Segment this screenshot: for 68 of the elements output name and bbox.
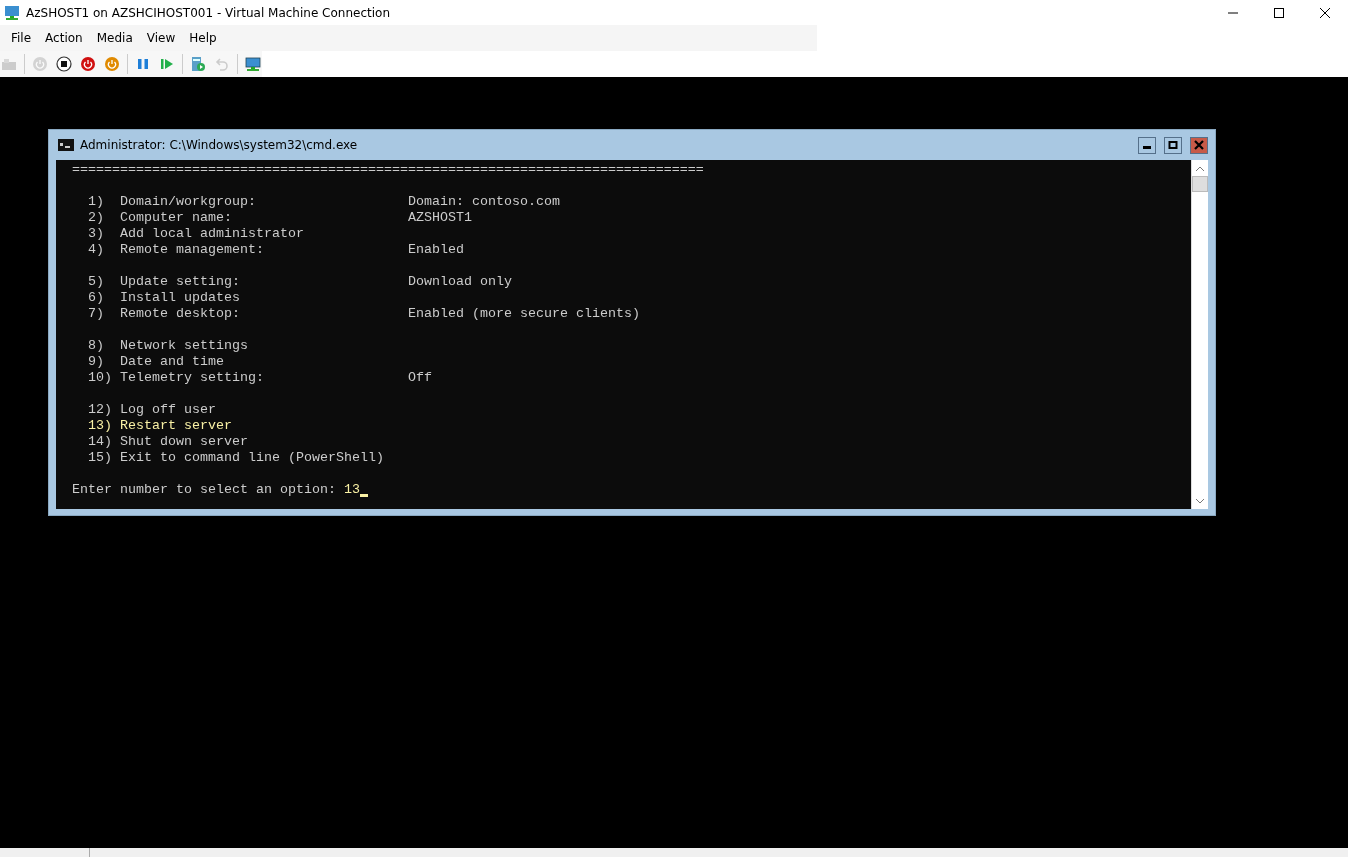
menu-item[interactable]: Action <box>38 31 90 45</box>
option-number: 10) <box>88 370 113 386</box>
option-label: Restart server <box>120 418 232 434</box>
option-number: 3) <box>88 226 105 242</box>
option-label: Domain/workgroup: <box>120 194 257 210</box>
menu-item[interactable]: View <box>139 31 183 45</box>
option-label: Remote management: <box>120 242 265 258</box>
option-value: AZSHOST1 <box>408 210 472 226</box>
monitor-icon <box>4 4 20 21</box>
option-label: Date and time <box>120 354 224 370</box>
power-icon <box>32 56 48 72</box>
maximize-icon <box>1168 140 1178 150</box>
separator-line: =============================================================================== <box>72 162 704 178</box>
input-field[interactable]: 13 <box>343 482 360 498</box>
option-number: 12) <box>88 402 113 418</box>
option-label: Remote desktop: <box>120 306 241 322</box>
scrollbar[interactable] <box>1191 160 1208 509</box>
option-label: Network settings <box>120 338 248 354</box>
power-icon <box>104 56 120 72</box>
option-value: Enabled (more secure clients) <box>408 306 640 322</box>
chevron-up-icon <box>1196 165 1204 171</box>
option-number: 9) <box>88 354 105 370</box>
option-number: 4) <box>88 242 105 258</box>
text-cursor <box>359 494 368 497</box>
chevron-down-icon <box>1196 498 1204 504</box>
close-icon <box>1194 140 1204 150</box>
option-number: 13) <box>88 418 113 434</box>
option-label: Install updates <box>120 290 240 306</box>
option-label: Telemetry setting: <box>120 370 265 386</box>
option-label: Computer name: <box>120 210 233 226</box>
minimize-button[interactable] <box>1138 136 1156 154</box>
option-label: Add local administrator <box>120 226 304 242</box>
option-number: 2) <box>88 210 105 226</box>
prompt-text: Enter number to select an option: <box>72 482 336 498</box>
option-number: 6) <box>88 290 105 306</box>
option-label: Log off user <box>120 402 216 418</box>
maximize-icon <box>1273 6 1285 19</box>
option-label: Update setting: <box>120 274 241 290</box>
close-button[interactable] <box>1190 136 1208 154</box>
option-label: Exit to command line (PowerShell) <box>120 450 384 466</box>
option-number: 15) <box>88 450 113 466</box>
pause-icon <box>135 56 151 72</box>
maximize-button[interactable] <box>1164 136 1182 154</box>
console-icon <box>58 139 74 151</box>
play-icon <box>159 56 175 72</box>
close-icon <box>1319 6 1331 19</box>
undo-icon <box>214 56 230 72</box>
option-label: Shut down server <box>120 434 248 450</box>
option-number: 8) <box>88 338 105 354</box>
option-number: 7) <box>88 306 105 322</box>
menu-item[interactable]: File <box>4 31 39 45</box>
menu-item[interactable]: Media <box>89 31 140 45</box>
option-number: 14) <box>88 434 113 450</box>
stop-icon <box>56 56 72 72</box>
option-number: 5) <box>88 274 105 290</box>
option-number: 1) <box>88 194 105 210</box>
option-value: Off <box>408 370 432 386</box>
document-play-icon <box>190 56 206 72</box>
option-value: Domain: contoso.com <box>408 194 560 210</box>
window-title: AzSHOST1 on AZSHCIHOST001 - Virtual Machine Connection <box>26 5 391 20</box>
monitor-icon <box>245 56 261 72</box>
scroll-thumb[interactable] <box>1192 176 1208 192</box>
toolbar-button[interactable] <box>55 55 73 73</box>
console-title: Administrator: C:\Windows\system32\cmd.exe <box>80 138 359 152</box>
power-icon <box>80 56 96 72</box>
option-value: Enabled <box>408 242 464 258</box>
menu-item[interactable]: Help <box>182 31 224 45</box>
option-value: Download only <box>408 274 512 290</box>
